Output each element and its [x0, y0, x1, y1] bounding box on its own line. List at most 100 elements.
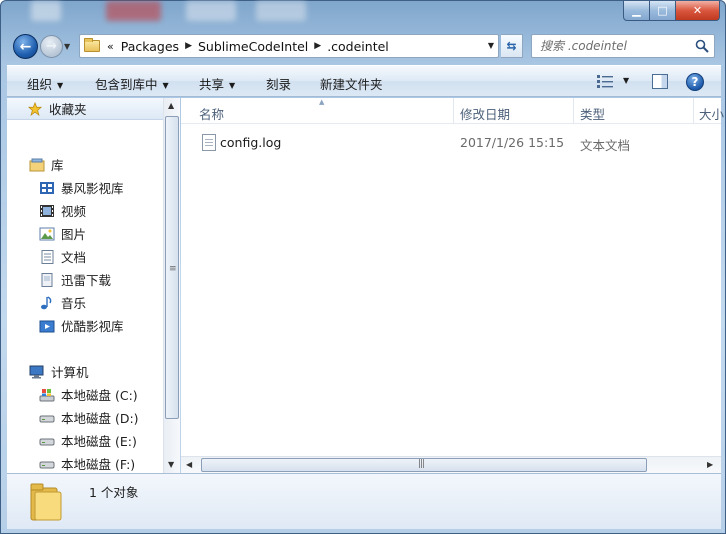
refresh-button[interactable]: ⇆ — [501, 34, 523, 58]
video-library-icon — [40, 181, 54, 194]
forward-button[interactable]: → — [40, 35, 63, 58]
file-name[interactable]: config.log — [220, 135, 281, 150]
document-icon — [41, 249, 54, 264]
explorer-window: ▁ □ ✕ ← → ▼ « Packages ▶ SublimeCodeInte… — [0, 0, 726, 534]
hard-drive-icon — [39, 438, 55, 445]
sidebar-item-thunder-downloads[interactable]: 迅雷下载 — [39, 270, 111, 289]
navigation-scrollbar[interactable]: ▲ ≡ ▼ — [163, 98, 180, 473]
column-divider[interactable] — [693, 98, 694, 124]
burn-button[interactable]: 刻录 — [266, 74, 291, 93]
sidebar-item-pictures[interactable]: 图片 — [39, 224, 86, 243]
sidebar-item-label: 暴风影视库 — [61, 181, 124, 196]
sidebar-item-label: 本地磁盘 (C:) — [61, 388, 138, 403]
sidebar-item-label: 优酷影视库 — [61, 319, 124, 334]
address-dropdown-icon[interactable]: ▼ — [488, 41, 494, 50]
arrow-right-icon: → — [46, 39, 57, 54]
system-drive-icon — [39, 388, 55, 401]
scroll-right-icon[interactable]: ▶ — [707, 460, 713, 469]
navigation-scrollbar-thumb[interactable]: ≡ — [165, 116, 179, 419]
details-pane: 1 个对象 — [7, 473, 721, 529]
preview-pane-icon[interactable] — [652, 74, 668, 89]
command-bar: 组织 ▼ 包含到库中 ▼ 共享 ▼ 刻录 新建文件夹 ▼ ? — [7, 65, 721, 97]
minimize-button[interactable]: ▁ — [623, 1, 650, 21]
sidebar-item-label: 图片 — [61, 227, 87, 242]
scroll-up-icon[interactable]: ▲ — [168, 101, 174, 110]
search-icon[interactable] — [695, 39, 709, 53]
sidebar-item-baofeng[interactable]: 暴风影视库 — [39, 178, 124, 197]
refresh-icon: ⇆ — [506, 39, 517, 53]
scroll-left-icon[interactable]: ◀ — [186, 460, 192, 469]
column-size[interactable]: 大小 — [699, 104, 724, 123]
include-in-library-label: 包含到库中 — [95, 77, 158, 92]
sidebar-item-favorites[interactable]: 收藏夹 — [7, 98, 163, 120]
dropdown-arrow-icon: ▼ — [162, 81, 169, 90]
hard-drive-icon — [39, 415, 55, 422]
grip-icon: ||| — [418, 459, 425, 469]
sidebar-item-music[interactable]: 音乐 — [39, 293, 86, 312]
maximize-button[interactable]: □ — [650, 1, 676, 21]
column-header: ▲ 名称 修改日期 类型 大小 — [181, 98, 724, 124]
address-bar[interactable]: « Packages ▶ SublimeCodeIntel ▶ .codeint… — [79, 34, 499, 58]
column-type[interactable]: 类型 — [580, 104, 605, 123]
organize-button[interactable]: 组织 ▼ — [27, 74, 63, 93]
sidebar-item-libraries[interactable]: 库 — [29, 155, 64, 174]
view-dropdown-icon[interactable]: ▼ — [623, 76, 629, 85]
sidebar-item-documents[interactable]: 文档 — [39, 247, 86, 266]
close-button[interactable]: ✕ — [676, 1, 720, 21]
sidebar-item-drive-e[interactable]: 本地磁盘 (E:) — [39, 431, 137, 450]
sidebar-item-label: 视频 — [61, 204, 87, 219]
horizontal-scrollbar-thumb[interactable]: ||| — [201, 458, 647, 472]
sidebar-item-drive-d[interactable]: 本地磁盘 (D:) — [39, 408, 139, 427]
horizontal-scrollbar[interactable]: ◀ ||| ▶ — [181, 456, 721, 473]
organize-label: 组织 — [27, 77, 53, 92]
desktop-blur — [31, 1, 61, 21]
sidebar-item-videos[interactable]: 视频 — [39, 201, 86, 220]
sidebar-item-drive-c[interactable]: 本地磁盘 (C:) — [39, 385, 138, 404]
sidebar-item-label: 本地磁盘 (E:) — [61, 434, 137, 449]
desktop-blur — [186, 1, 236, 21]
table-row[interactable]: config.log 2017/1/26 15:15 文本文档 — [200, 132, 700, 153]
desktop-blur — [106, 1, 161, 21]
file-list-view: ▲ 名称 修改日期 类型 大小 config.log 2017/1/26 15:… — [181, 98, 724, 473]
folder-icon — [30, 483, 62, 521]
include-in-library-button[interactable]: 包含到库中 ▼ — [95, 74, 169, 93]
breadcrumb-codeintel[interactable]: .codeintel — [327, 39, 389, 54]
grip-icon: ≡ — [169, 264, 177, 274]
breadcrumb-chevron-icon[interactable]: ▶ — [314, 41, 321, 51]
view-options-icon[interactable] — [597, 75, 613, 88]
sidebar-item-youku[interactable]: 优酷影视库 — [39, 316, 124, 335]
recent-pages-dropdown[interactable]: ▼ — [64, 42, 70, 51]
scroll-down-icon[interactable]: ▼ — [168, 460, 174, 469]
hard-drive-icon — [39, 461, 55, 468]
breadcrumb-chevron-icon[interactable]: ▶ — [185, 41, 192, 51]
help-icon[interactable]: ? — [686, 73, 704, 91]
breadcrumb-overflow[interactable]: « — [107, 40, 114, 53]
sidebar-item-drive-f[interactable]: 本地磁盘 (F:) — [39, 454, 135, 473]
share-label: 共享 — [199, 77, 225, 92]
breadcrumb-sublimecodeintel[interactable]: SublimeCodeIntel — [198, 39, 308, 54]
column-modified[interactable]: 修改日期 — [460, 104, 510, 123]
picture-icon — [39, 227, 55, 240]
sidebar-item-computer[interactable]: 计算机 — [29, 362, 89, 381]
file-type: 文本文档 — [580, 138, 631, 153]
share-button[interactable]: 共享 ▼ — [199, 74, 235, 93]
sidebar-item-label: 音乐 — [61, 296, 87, 311]
item-count: 1 个对象 — [89, 485, 139, 500]
arrow-left-icon: ← — [19, 38, 32, 55]
caption-buttons: ▁ □ ✕ — [623, 1, 720, 21]
library-icon — [29, 158, 45, 171]
file-modified: 2017/1/26 15:15 — [460, 135, 565, 150]
sidebar-item-label: 本地磁盘 (F:) — [61, 457, 136, 472]
column-divider[interactable] — [573, 98, 574, 124]
breadcrumb-packages[interactable]: Packages — [121, 39, 179, 54]
column-divider[interactable] — [453, 98, 454, 124]
back-button[interactable]: ← — [13, 34, 38, 59]
music-note-icon — [41, 295, 52, 309]
search-box[interactable] — [531, 34, 715, 58]
desktop-blur — [256, 1, 306, 21]
new-folder-button[interactable]: 新建文件夹 — [320, 74, 383, 93]
film-icon — [40, 204, 54, 217]
search-input[interactable] — [540, 38, 690, 54]
column-name[interactable]: 名称 — [199, 104, 224, 123]
dropdown-arrow-icon: ▼ — [229, 81, 236, 90]
